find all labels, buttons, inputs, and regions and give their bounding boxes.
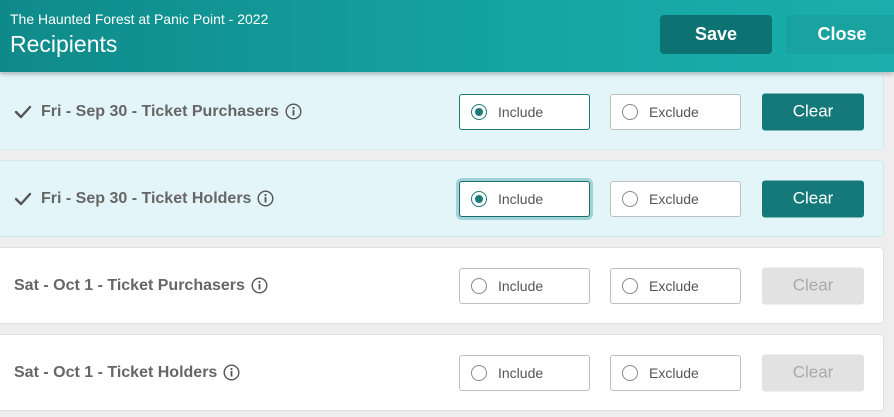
- save-button[interactable]: Save: [660, 15, 772, 54]
- exclude-label: Exclude: [649, 103, 699, 120]
- clear-button: Clear: [762, 267, 864, 304]
- include-option[interactable]: Include: [459, 267, 590, 304]
- include-label: Include: [498, 103, 544, 120]
- recipient-row-label-group: Fri - Sep 30 - Ticket Holders: [14, 190, 274, 208]
- recipient-label: Fri - Sep 30 - Ticket Purchasers: [41, 102, 280, 120]
- radio-icon: [622, 277, 638, 294]
- recipient-row-label-group: Sat - Oct 1 - Ticket Holders: [14, 364, 240, 382]
- check-icon: [14, 105, 32, 118]
- recipient-row-label-group: Fri - Sep 30 - Ticket Purchasers: [14, 103, 302, 121]
- info-icon[interactable]: [257, 190, 274, 207]
- radio-icon: [622, 103, 638, 120]
- clear-button[interactable]: Clear: [762, 93, 864, 130]
- exclude-label: Exclude: [649, 364, 699, 381]
- exclude-label: Exclude: [649, 190, 699, 207]
- recipient-row: Fri - Sep 30 - Ticket Holders Include Ex…: [0, 160, 884, 237]
- include-label: Include: [498, 190, 544, 207]
- include-option[interactable]: Include: [459, 354, 590, 391]
- page-header: The Haunted Forest at Panic Point - 2022…: [0, 0, 894, 72]
- include-label: Include: [498, 364, 544, 381]
- close-button[interactable]: Close: [786, 15, 894, 54]
- event-name: The Haunted Forest at Panic Point - 2022: [10, 11, 269, 27]
- recipient-label: Sat - Oct 1 - Ticket Purchasers: [14, 276, 245, 294]
- recipient-label: Sat - Oct 1 - Ticket Holders: [14, 363, 218, 381]
- include-label: Include: [498, 277, 544, 294]
- recipient-row: Sat - Oct 1 - Ticket Purchasers Include …: [0, 247, 884, 324]
- exclude-option[interactable]: Exclude: [610, 354, 741, 391]
- clear-button: Clear: [762, 354, 864, 391]
- recipient-label: Fri - Sep 30 - Ticket Holders: [41, 189, 252, 207]
- radio-icon: [471, 364, 487, 381]
- recipient-row: Sat - Oct 1 - Ticket Holders Include Exc…: [0, 334, 884, 411]
- exclude-option[interactable]: Exclude: [610, 267, 741, 304]
- exclude-label: Exclude: [649, 277, 699, 294]
- radio-icon: [471, 103, 487, 120]
- clear-button[interactable]: Clear: [762, 180, 864, 217]
- radio-icon: [471, 277, 487, 294]
- page-title: Recipients: [10, 31, 118, 57]
- info-icon[interactable]: [251, 277, 268, 294]
- info-icon[interactable]: [285, 103, 302, 120]
- radio-icon: [471, 190, 487, 207]
- recipient-row: Fri - Sep 30 - Ticket Purchasers Include…: [0, 73, 884, 150]
- info-icon[interactable]: [223, 364, 240, 381]
- radio-icon: [622, 190, 638, 207]
- check-icon: [14, 192, 32, 205]
- exclude-option[interactable]: Exclude: [610, 180, 741, 217]
- include-option[interactable]: Include: [459, 180, 590, 217]
- include-option[interactable]: Include: [459, 93, 590, 130]
- radio-icon: [622, 364, 638, 381]
- recipient-row-label-group: Sat - Oct 1 - Ticket Purchasers: [14, 277, 268, 295]
- exclude-option[interactable]: Exclude: [610, 93, 741, 130]
